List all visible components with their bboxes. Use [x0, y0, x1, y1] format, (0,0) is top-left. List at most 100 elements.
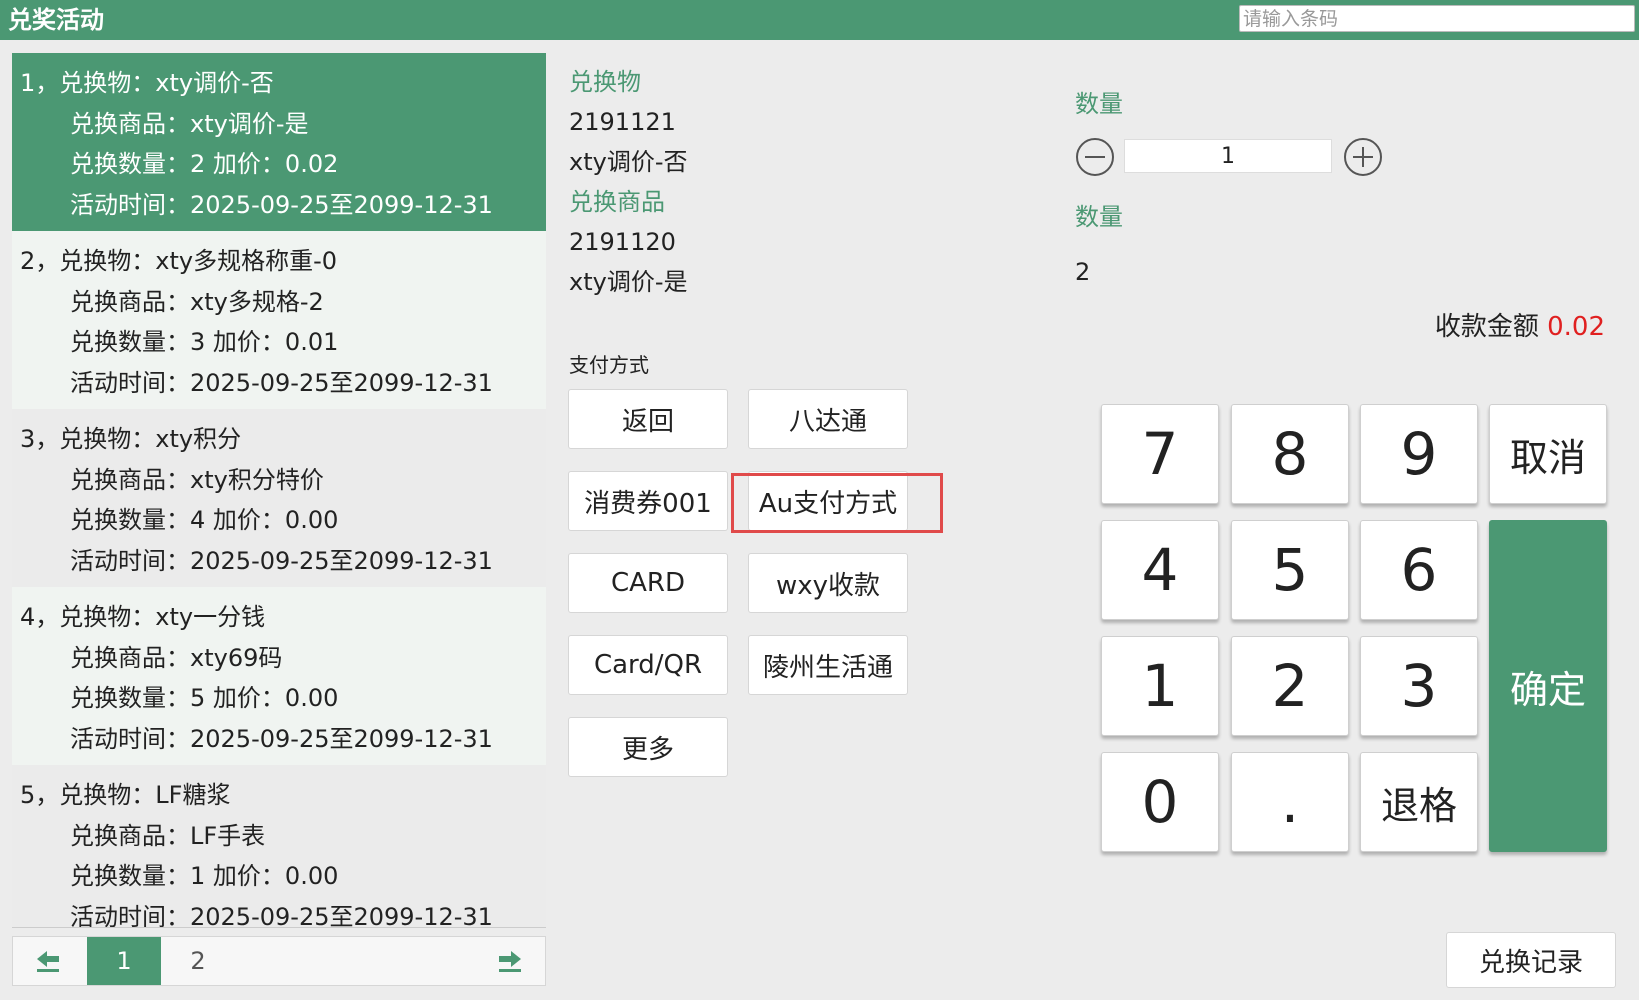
exchange-record-button[interactable]: 兑换记录: [1446, 932, 1616, 988]
quantity-label: 数量: [1075, 90, 1123, 118]
page-title: 兑奖活动: [8, 6, 104, 34]
activity-time-label: 活动时间：: [70, 368, 190, 397]
exchange-qty-value: 5: [190, 684, 206, 712]
exchange-goods-heading: 兑换商品: [569, 188, 665, 216]
activity-item-3[interactable]: 3，兑换物：xty积分 兑换商品：xty积分特价 兑换数量：4 加价：0.00 …: [12, 409, 546, 587]
activity-item-1[interactable]: 1，兑换物：xty调价-否 兑换商品：xty调价-是 兑换数量：2 加价：0.0…: [12, 53, 546, 231]
exchange-goods-label: 兑换商品：: [70, 643, 190, 672]
key-1[interactable]: 1: [1101, 636, 1219, 736]
activity-index: 2，: [20, 247, 60, 275]
plus-icon[interactable]: [1344, 138, 1382, 176]
extra-price-label: 加价：: [212, 862, 285, 890]
exchange-item-value: LF糖浆: [155, 781, 231, 809]
exchange-goods-value: xty多规格-2: [190, 287, 324, 316]
exchange-goods-label: 兑换商品：: [70, 109, 190, 138]
key-7[interactable]: 7: [1101, 404, 1219, 504]
exchange-qty-value: 3: [190, 328, 206, 356]
exchange-qty-label: 兑换数量：: [70, 862, 190, 890]
activity-list: 1，兑换物：xty调价-否 兑换商品：xty调价-是 兑换数量：2 加价：0.0…: [12, 53, 546, 928]
exchange-item-value: xty多规格称重-0: [155, 247, 338, 275]
exchange-item-heading: 兑换物: [569, 68, 641, 96]
exchange-qty-label: 兑换数量：: [70, 684, 190, 712]
top-bar: 兑奖活动: [0, 0, 1639, 40]
activity-item-4[interactable]: 4，兑换物：xty一分钱 兑换商品：xty69码 兑换数量：5 加价：0.00 …: [12, 587, 546, 765]
activity-item-2[interactable]: 2，兑换物：xty多规格称重-0 兑换商品：xty多规格-2 兑换数量：3 加价…: [12, 231, 546, 409]
activity-time-value: 2025-09-25至2099-12-31: [190, 724, 493, 753]
exchange-qty-label: 兑换数量：: [70, 150, 190, 178]
activity-index: 3，: [20, 425, 60, 453]
backspace-key[interactable]: 退格: [1360, 752, 1478, 852]
barcode-input[interactable]: [1239, 5, 1635, 32]
exchange-goods-code: 2191120: [569, 228, 676, 256]
exchange-qty-value: 2: [190, 150, 206, 178]
activity-time-label: 活动时间：: [70, 190, 190, 219]
key-3[interactable]: 3: [1360, 636, 1478, 736]
key-dot[interactable]: .: [1231, 752, 1349, 852]
activity-time-value: 2025-09-25至2099-12-31: [190, 546, 493, 575]
minus-icon[interactable]: [1076, 138, 1114, 176]
extra-price-value: 0.01: [284, 328, 339, 356]
exchange-item-label: 兑换物：: [59, 781, 156, 809]
extra-price-label: 加价：: [212, 506, 285, 534]
activity-index: 4，: [20, 603, 60, 631]
cancel-key[interactable]: 取消: [1489, 404, 1607, 504]
page-1-button[interactable]: 1: [87, 937, 161, 985]
activity-time-value: 2025-09-25至2099-12-31: [190, 368, 493, 397]
exchange-item-label: 兑换物：: [59, 425, 156, 453]
confirm-key[interactable]: 确定: [1489, 520, 1607, 852]
extra-price-label: 加价：: [212, 150, 285, 178]
extra-price-value: 0.00: [284, 862, 339, 890]
exchange-qty-label: 兑换数量：: [70, 328, 190, 356]
key-6[interactable]: 6: [1360, 520, 1478, 620]
exchange-item-value: xty积分: [155, 425, 242, 453]
pay-more-button[interactable]: 更多: [568, 717, 728, 777]
pager: 1 2: [12, 936, 546, 986]
exchange-goods-value: xty积分特价: [190, 465, 324, 494]
pay-wxy-button[interactable]: wxy收款: [748, 553, 908, 613]
quantity-value-2: 2: [1075, 258, 1091, 286]
activity-time-value: 2025-09-25至2099-12-31: [190, 190, 493, 219]
payment-method-label: 支付方式: [569, 353, 649, 377]
arrow-right-icon[interactable]: [471, 937, 545, 985]
exchange-item-label: 兑换物：: [59, 603, 156, 631]
highlight-box: [731, 473, 943, 533]
exchange-item-label: 兑换物：: [59, 247, 156, 275]
pay-back-button[interactable]: 返回: [568, 389, 728, 449]
exchange-goods-value: LF手表: [190, 821, 266, 850]
extra-price-value: 0.00: [284, 506, 339, 534]
exchange-goods-label: 兑换商品：: [70, 821, 190, 850]
exchange-item-name: xty调价-否: [569, 148, 688, 176]
activity-index: 1，: [20, 69, 60, 97]
extra-price-label: 加价：: [212, 684, 285, 712]
extra-price-value: 0.00: [284, 684, 339, 712]
activity-index: 5，: [20, 781, 60, 809]
activity-item-5[interactable]: 5，兑换物：LF糖浆 兑换商品：LF手表 兑换数量：1 加价：0.00 活动时间…: [12, 765, 546, 928]
page-2-button[interactable]: 2: [161, 937, 235, 985]
pay-coupon-button[interactable]: 消费券001: [568, 471, 728, 531]
total-label: 收款金额: [1434, 312, 1539, 342]
exchange-goods-value: xty调价-是: [190, 109, 309, 138]
key-5[interactable]: 5: [1231, 520, 1349, 620]
key-2[interactable]: 2: [1231, 636, 1349, 736]
arrow-left-icon[interactable]: [13, 937, 87, 985]
key-4[interactable]: 4: [1101, 520, 1219, 620]
extra-price-value: 0.02: [284, 150, 339, 178]
key-9[interactable]: 9: [1360, 404, 1478, 504]
pay-octopus-button[interactable]: 八达通: [748, 389, 908, 449]
exchange-goods-label: 兑换商品：: [70, 287, 190, 316]
pay-card-button[interactable]: CARD: [568, 553, 728, 613]
key-8[interactable]: 8: [1231, 404, 1349, 504]
exchange-goods-value: xty69码: [190, 643, 283, 672]
activity-time-label: 活动时间：: [70, 902, 190, 928]
quantity-input[interactable]: 1: [1124, 139, 1332, 173]
exchange-item-value: xty调价-否: [155, 69, 274, 97]
exchange-item-code: 2191121: [569, 108, 676, 136]
exchange-qty-value: 1: [190, 862, 206, 890]
activity-time-label: 活动时间：: [70, 546, 190, 575]
extra-price-label: 加价：: [212, 328, 285, 356]
key-0[interactable]: 0: [1101, 752, 1219, 852]
pay-card-qr-button[interactable]: Card/QR: [568, 635, 728, 695]
pay-lingzhou-button[interactable]: 陵州生活通: [748, 635, 908, 695]
activity-time-value: 2025-09-25至2099-12-31: [190, 902, 493, 928]
exchange-goods-label: 兑换商品：: [70, 465, 190, 494]
